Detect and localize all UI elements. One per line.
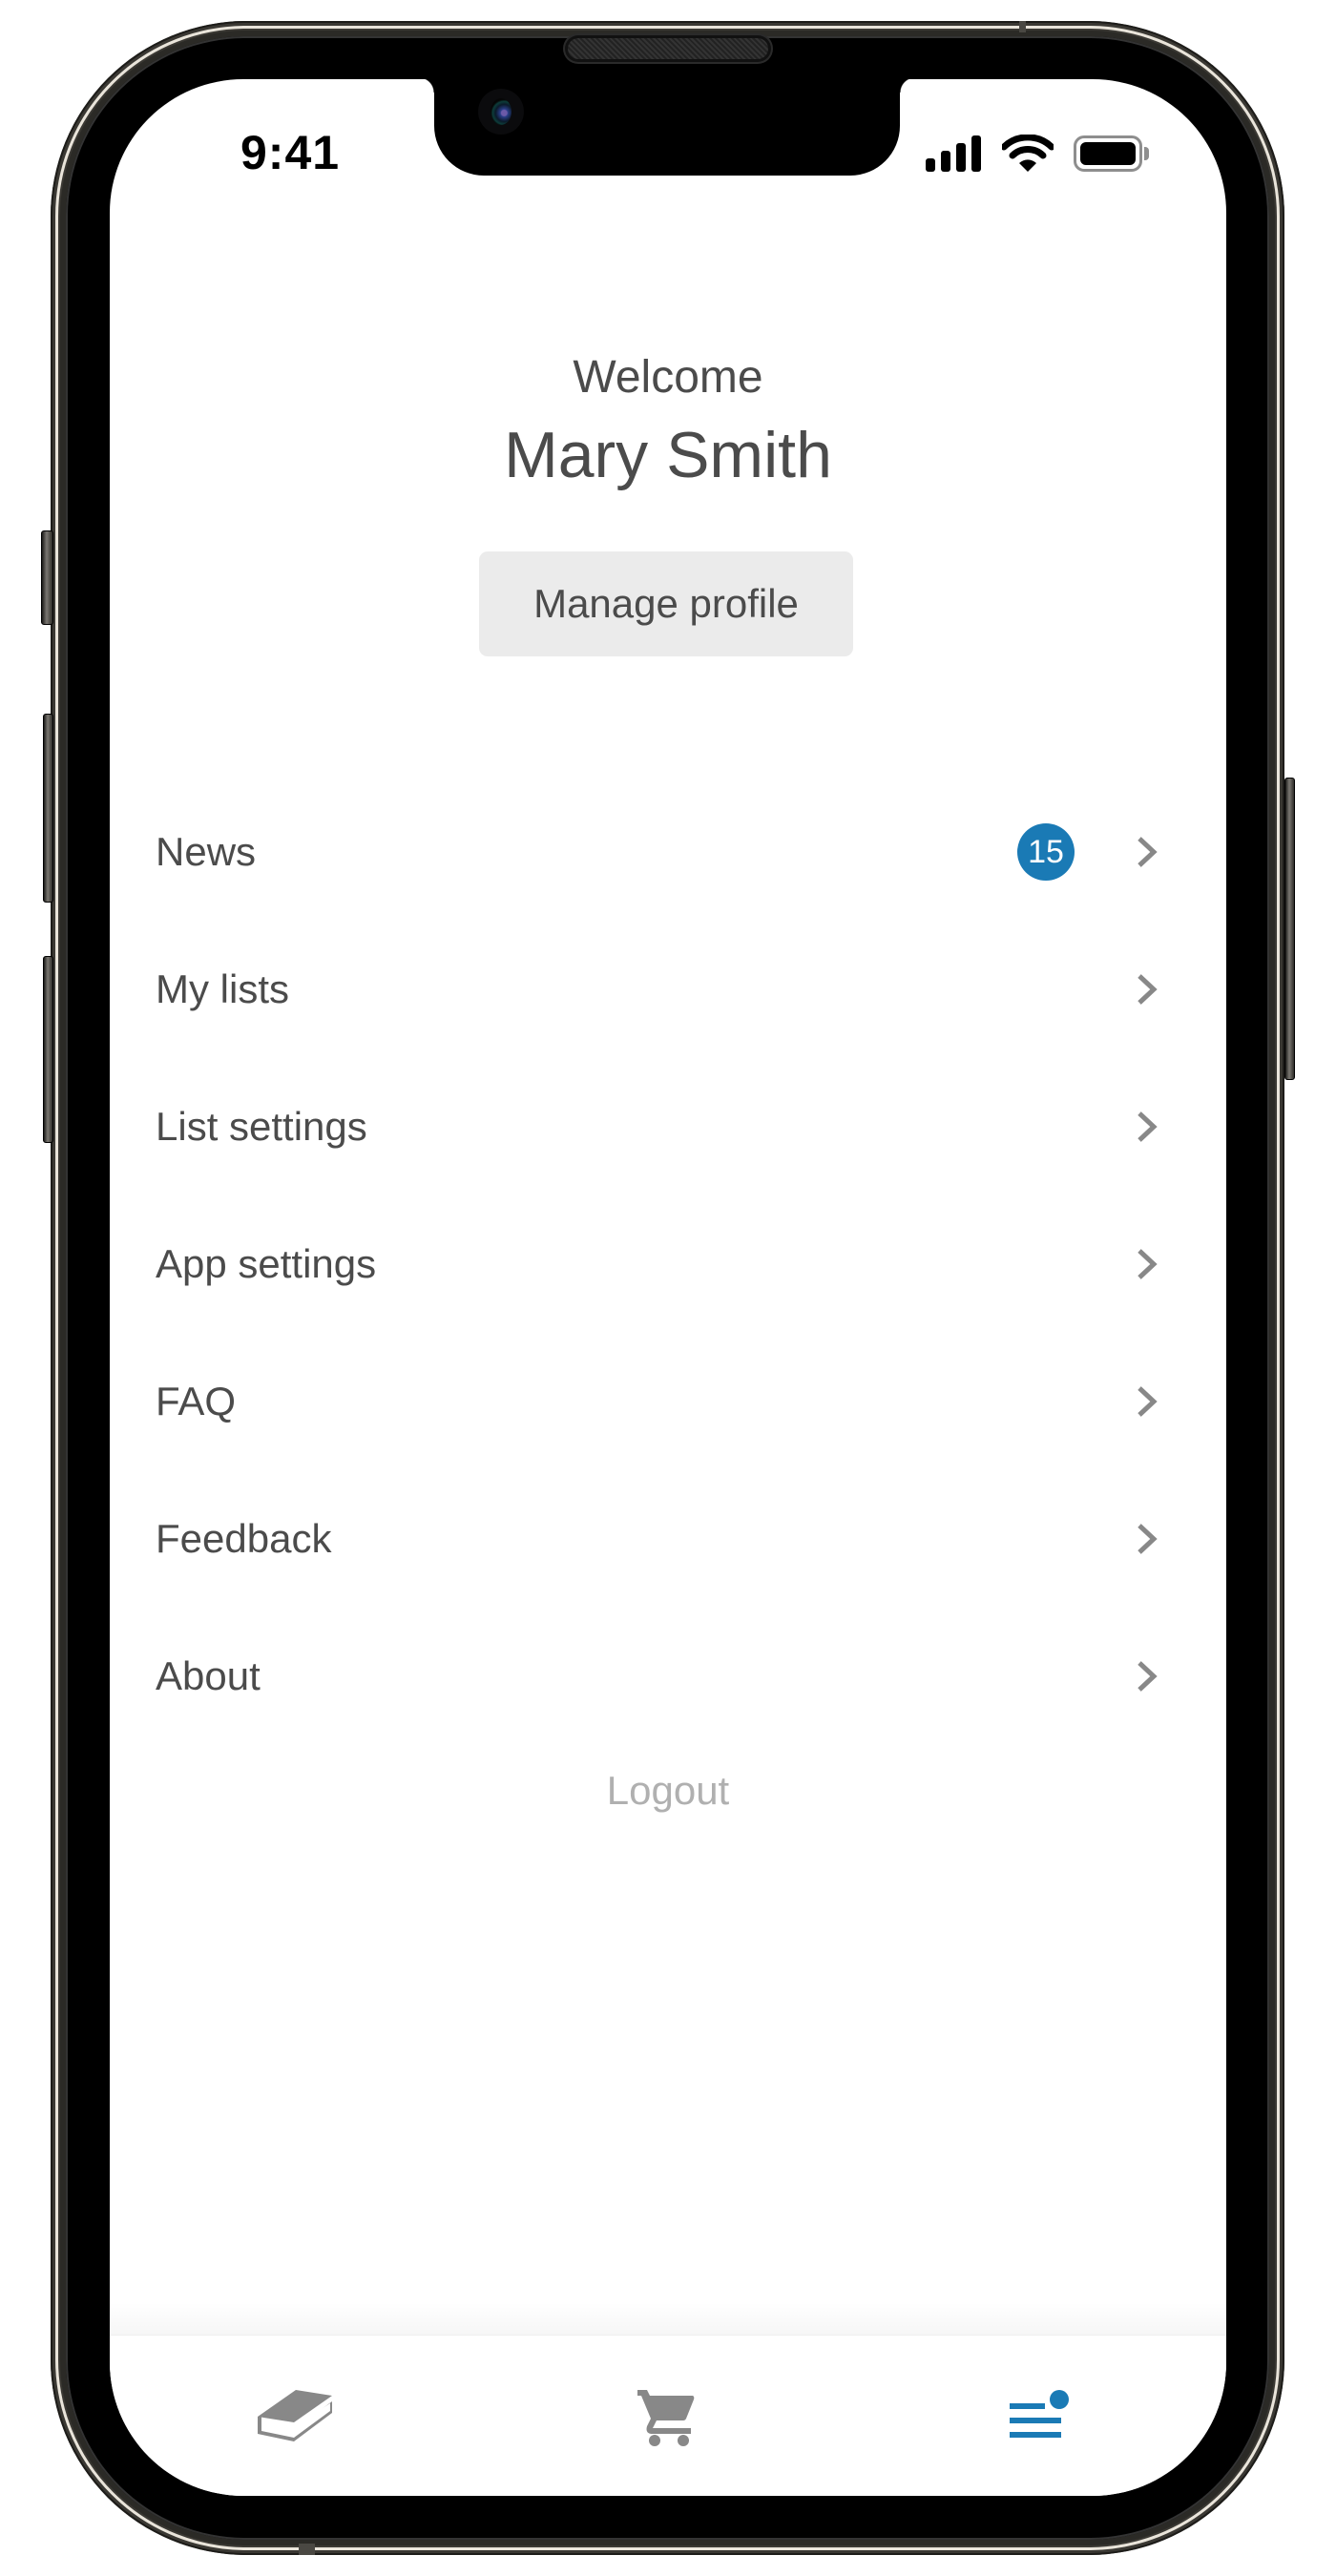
nav-tab-cart[interactable] (618, 2379, 714, 2455)
menu-item-list-settings[interactable]: List settings (110, 1058, 1226, 1195)
menu-item-about[interactable]: About (110, 1608, 1226, 1745)
wifi-icon (1002, 135, 1054, 172)
earpiece-speaker (568, 38, 768, 59)
chevron-right-icon (1138, 1386, 1158, 1417)
menu-item-label: FAQ (156, 1379, 237, 1423)
user-name: Mary Smith (504, 419, 832, 491)
menu-item-news[interactable]: News 15 (110, 783, 1226, 921)
book-icon (258, 2390, 332, 2441)
shopping-cart-icon (637, 2390, 695, 2446)
mute-switch (41, 530, 53, 625)
battery-level (1080, 142, 1136, 165)
menu-item-label: List settings (156, 1104, 367, 1149)
antenna-band (299, 2544, 315, 2555)
chevron-right-icon (1138, 1111, 1158, 1142)
volume-up-button (43, 714, 53, 903)
chevron-right-icon (1138, 1524, 1158, 1554)
bottom-nav-divider (110, 2302, 1226, 2336)
battery-icon (1074, 135, 1142, 172)
menu-item-label: About (156, 1653, 261, 1698)
news-count-badge: 15 (1017, 823, 1075, 881)
chevron-right-icon (1138, 1249, 1158, 1279)
logout-link[interactable]: Logout (110, 1768, 1226, 1814)
status-time: 9:41 (240, 126, 341, 179)
power-button (1284, 778, 1295, 1080)
menu-item-faq[interactable]: FAQ (110, 1333, 1226, 1470)
menu-icon (1010, 2390, 1069, 2438)
manage-profile-button[interactable]: Manage profile (479, 551, 853, 656)
nav-tab-menu[interactable] (988, 2379, 1083, 2455)
front-camera (478, 89, 524, 135)
chevron-right-icon (1138, 837, 1158, 867)
welcome-text: Welcome (573, 352, 763, 403)
chevron-right-icon (1138, 1661, 1158, 1692)
chevron-right-icon (1138, 974, 1158, 1005)
battery-cap (1144, 147, 1149, 160)
menu-item-feedback[interactable]: Feedback (110, 1470, 1226, 1608)
menu-item-label: News (156, 829, 257, 874)
menu-item-label: My lists (156, 966, 289, 1011)
bottom-nav (110, 2336, 1226, 2496)
notification-dot (1050, 2390, 1069, 2409)
cellular-signal-icon (926, 135, 983, 172)
volume-down-button (43, 956, 53, 1143)
menu-item-my-lists[interactable]: My lists (110, 921, 1226, 1058)
menu-list: News 15 My lists List settings App setti… (110, 783, 1226, 1745)
nav-tab-catalog[interactable] (248, 2379, 344, 2455)
screen: 9:41 Welcome Mary Smith Manage profile N… (110, 79, 1226, 2496)
menu-item-label: App settings (156, 1241, 377, 1286)
antenna-band (1019, 21, 1026, 32)
menu-item-label: Feedback (156, 1516, 332, 1561)
menu-item-app-settings[interactable]: App settings (110, 1195, 1226, 1333)
